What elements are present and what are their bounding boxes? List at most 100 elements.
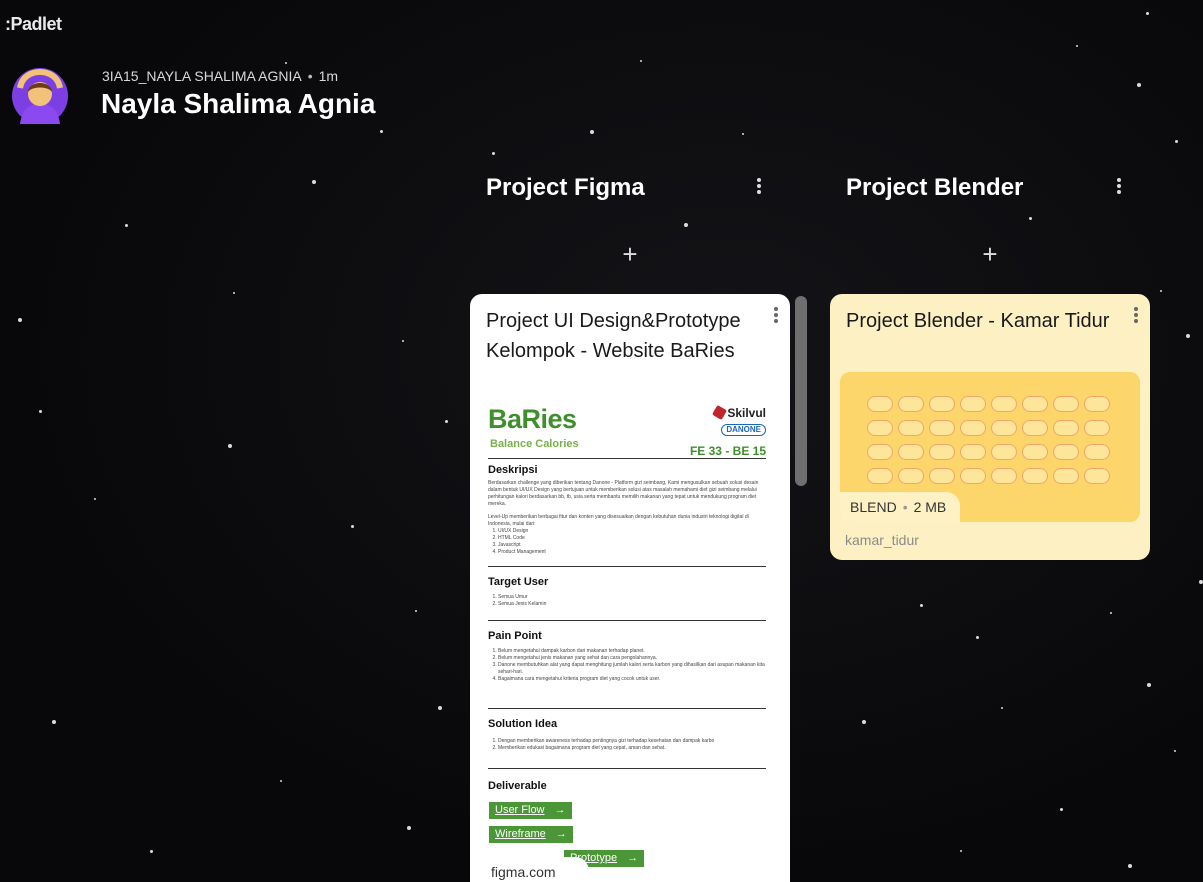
- pattern-pill: [1022, 396, 1048, 412]
- link-source-chip[interactable]: figma.com: [480, 857, 589, 882]
- preview-sponsor-danone: DANONE: [721, 424, 766, 436]
- padlet-logo[interactable]: :Padlet: [5, 14, 62, 35]
- arrow-right-icon: →: [554, 804, 566, 816]
- star: [312, 180, 316, 184]
- star: [125, 224, 128, 227]
- pattern-pill: [929, 468, 955, 484]
- divider: [488, 566, 766, 567]
- star: [1128, 864, 1132, 868]
- star: [640, 60, 642, 62]
- star: [438, 706, 442, 710]
- pattern-pill: [929, 396, 955, 412]
- file-meta: BLEND • 2 MB: [840, 492, 961, 522]
- pattern-pill: [1053, 444, 1079, 460]
- star: [407, 826, 411, 830]
- star: [976, 636, 979, 639]
- pattern-pill: [867, 468, 893, 484]
- pattern-pill: [898, 468, 924, 484]
- star: [415, 610, 417, 612]
- star: [742, 133, 744, 135]
- file-type: BLEND: [850, 499, 897, 515]
- star: [1147, 683, 1151, 687]
- section-heading: Pain Point: [488, 630, 542, 642]
- pattern-pill: [1053, 396, 1079, 412]
- column-more-icon[interactable]: [1115, 177, 1123, 195]
- post-card-blender[interactable]: Project Blender - Kamar Tidur BLEND • 2 MB…: [830, 294, 1150, 560]
- section-heading: Target User: [488, 576, 549, 588]
- star: [94, 498, 96, 500]
- star: [590, 130, 594, 134]
- skilvul-logo-icon: [712, 404, 728, 421]
- column-title-project-figma[interactable]: Project Figma: [486, 174, 645, 202]
- star: [1174, 750, 1176, 752]
- add-post-button[interactable]: +: [615, 240, 645, 270]
- star: [233, 292, 235, 294]
- column-scrollbar[interactable]: [795, 296, 807, 486]
- post-more-icon[interactable]: [772, 306, 780, 324]
- star: [1175, 140, 1178, 143]
- pattern-pill: [991, 444, 1017, 460]
- column-title-project-blender[interactable]: Project Blender: [846, 174, 1023, 202]
- divider: [488, 458, 766, 459]
- star: [960, 850, 962, 852]
- star: [1199, 580, 1203, 584]
- section-text: Berdasarkan challenge yang diberikan ten…: [488, 480, 759, 507]
- avatar[interactable]: [12, 68, 68, 124]
- owner-separator: •: [307, 68, 313, 84]
- section-heading: Solution Idea: [488, 718, 558, 730]
- pattern-pill: [929, 420, 955, 436]
- pattern-pill: [1022, 444, 1048, 460]
- star: [1029, 217, 1032, 220]
- section-text: Level-Up memberikan berbagai fitur dan k…: [488, 514, 749, 527]
- section-heading: Deliverable: [488, 780, 547, 792]
- arrow-right-icon: →: [555, 828, 567, 840]
- pattern-pill: [991, 396, 1017, 412]
- star: [1110, 612, 1112, 614]
- pattern-pill: [1084, 420, 1110, 436]
- pattern-pill: [960, 444, 986, 460]
- board-title: Nayla Shalima Agnia: [101, 88, 376, 119]
- pattern-pill: [867, 420, 893, 436]
- column-more-icon[interactable]: [755, 177, 763, 195]
- section-list: Dengan memberikan awareness terhadap pen…: [488, 738, 766, 752]
- post-more-icon[interactable]: [1132, 306, 1140, 324]
- star: [402, 340, 404, 342]
- file-size: 2 MB: [913, 499, 947, 515]
- star: [445, 420, 448, 423]
- star: [492, 152, 495, 155]
- star: [39, 410, 42, 413]
- star: [52, 720, 56, 724]
- star: [1160, 290, 1162, 292]
- preview-code: FE 33 - BE 15: [689, 444, 766, 458]
- divider: [488, 708, 766, 709]
- star: [1001, 707, 1003, 709]
- pattern-pill: [1084, 468, 1110, 484]
- add-post-button[interactable]: +: [975, 240, 1005, 270]
- pattern-pill: [991, 420, 1017, 436]
- pattern-pill: [867, 396, 893, 412]
- board-canvas: :Padlet 3IA15_NAYLA SHALIMA AGNIA • 1m Nay…: [0, 0, 1203, 882]
- post-title: Project Blender - Kamar Tidur: [846, 310, 1110, 332]
- star: [285, 62, 287, 64]
- star: [1186, 334, 1190, 338]
- pattern-pill: [960, 468, 986, 484]
- post-age: 1m: [318, 68, 339, 84]
- pattern-pill: [929, 444, 955, 460]
- pattern-pill: [1053, 468, 1079, 484]
- post-card-figma[interactable]: Project UI Design&Prototype Kelompok - W…: [470, 294, 790, 882]
- star: [351, 525, 354, 528]
- link-preview-image[interactable]: BaRies Balance Calories Skilvul DANONE F…: [484, 400, 774, 882]
- star: [862, 720, 866, 724]
- star: [380, 130, 383, 133]
- star: [1146, 12, 1149, 15]
- file-attachment[interactable]: BLEND • 2 MB: [840, 372, 1140, 522]
- file-type-pattern: [867, 396, 1110, 484]
- pattern-pill: [898, 444, 924, 460]
- star: [1137, 83, 1141, 87]
- post-title: Project UI Design&Prototype Kelompok - W…: [486, 310, 741, 362]
- owner-name: 3IA15_NAYLA SHALIMA AGNIA: [102, 68, 302, 84]
- pattern-pill: [960, 420, 986, 436]
- pattern-pill: [898, 420, 924, 436]
- star: [228, 444, 232, 448]
- pattern-pill: [960, 396, 986, 412]
